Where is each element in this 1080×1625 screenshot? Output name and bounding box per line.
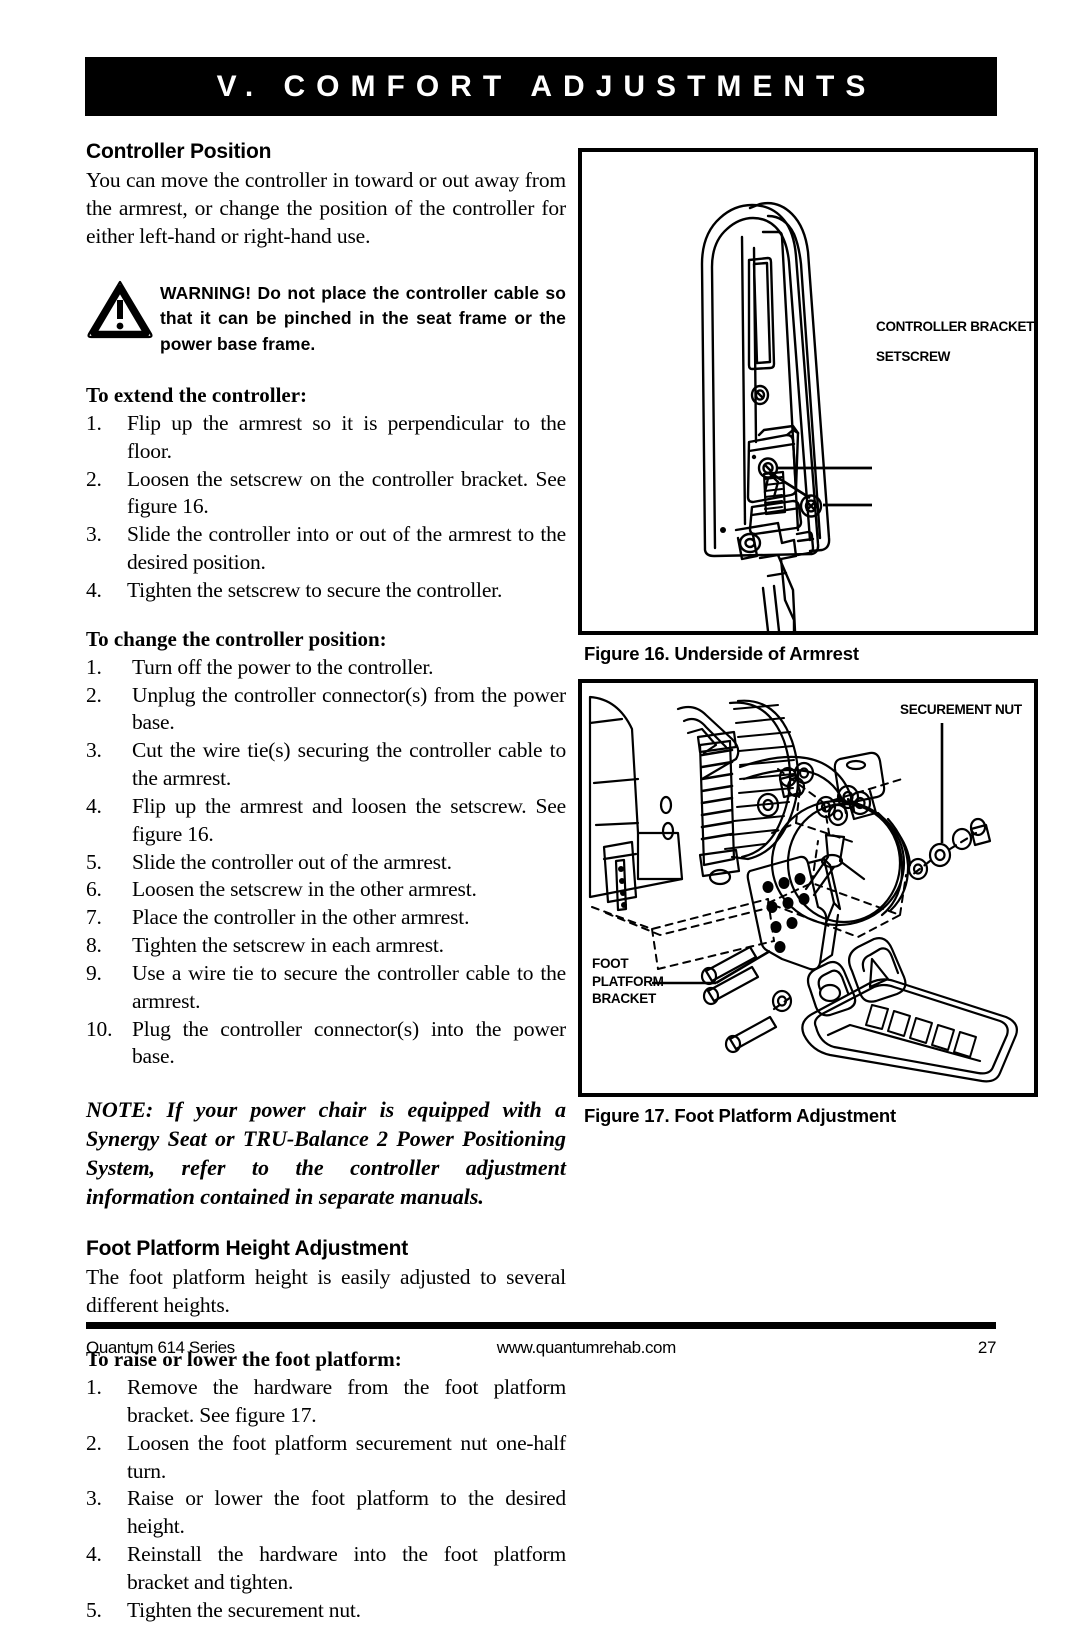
step-change-controller-position-item: 4. Flip up the armrest and loosen the set… <box>86 793 566 849</box>
right-figure-column: CONTROLLER BRACKET SETSCREW Figure 16. U… <box>578 148 1038 1127</box>
step-change-controller-position-item: 8. Tighten the setscrew in each armrest. <box>86 932 566 960</box>
step-number: 2. <box>86 466 102 491</box>
step-text: Slide the controller out of the armrest. <box>132 849 452 874</box>
step-change-controller-position-item: 10. Plug the controller connector(s) into… <box>86 1016 566 1072</box>
step-text: Remove the hardware from the foot platfo… <box>127 1375 566 1427</box>
step-number: 3. <box>86 1486 102 1511</box>
step-number: 2. <box>86 682 102 707</box>
steps-extend-controller: 1. Flip up the armrest so it is perpendic… <box>86 410 566 605</box>
step-text: Loosen the foot platform securement nut … <box>127 1430 566 1483</box>
step-raise-lower-foot-platform-item: 4. Reinstall the hardware into the foot p… <box>86 1541 566 1597</box>
left-text-column: Controller Position You can move the con… <box>86 140 566 1625</box>
figure-17-label-securement-nut: SECUREMENT NUT <box>900 702 1022 717</box>
step-text: Cut the wire tie(s) securing the control… <box>132 738 566 791</box>
chapter-title: V. COMFORT ADJUSTMENTS <box>216 69 877 103</box>
step-change-controller-position-item: 9. Use a wire tie to secure the controlle… <box>86 960 566 1016</box>
warning-triangle-icon <box>86 279 160 339</box>
figure-16-box: CONTROLLER BRACKET SETSCREW <box>578 148 1038 635</box>
step-number: 5. <box>86 1597 102 1622</box>
label-line-1: FOOT <box>592 956 629 971</box>
note-synergy-seat: NOTE: If your power chair is equipped wi… <box>86 1097 566 1210</box>
foot-platform-intro: The foot platform height is easily adjus… <box>86 1265 566 1318</box>
footer-page-number: 27 <box>977 1338 997 1357</box>
step-number: 1. <box>86 654 102 679</box>
section-heading-controller-position: Controller Position <box>86 140 272 163</box>
step-text: Slide the controller into or out of the … <box>127 522 566 575</box>
step-change-controller-position-item: 2. Unplug the controller connector(s) fro… <box>86 682 566 738</box>
figure-17-label-foot-platform-bracket: FOOT PLATFORM BRACKET <box>592 955 664 1008</box>
step-text: Tighten the setscrew in each armrest. <box>132 933 444 958</box>
step-extend-controller-item: 4. Tighten the setscrew to secure the con… <box>86 577 566 605</box>
step-change-controller-position-item: 1. Turn off the power to the controller. <box>86 654 566 682</box>
step-number: 9. <box>86 960 102 985</box>
step-text: Use a wire tie to secure the controller … <box>132 960 566 1013</box>
step-number: 4. <box>86 793 102 818</box>
step-text: Unplug the controller connector(s) from … <box>132 682 566 735</box>
figure-17-illustration <box>588 695 1018 1083</box>
figure-16-label-controller-bracket: CONTROLLER BRACKET <box>876 319 1035 334</box>
step-number: 4. <box>86 577 102 602</box>
warning-block: WARNING! Do not place the controller cab… <box>86 275 566 357</box>
procedure-heading-extend-controller: To extend the controller: <box>86 382 308 407</box>
step-text: Loosen the setscrew on the controller br… <box>127 466 566 519</box>
step-text: Loosen the setscrew in the other armrest… <box>132 877 477 902</box>
step-text: Tighten the securement nut. <box>127 1597 361 1622</box>
step-extend-controller-item: 3. Slide the controller into or out of th… <box>86 521 566 577</box>
step-number: 4. <box>86 1542 102 1567</box>
step-number: 5. <box>86 849 102 874</box>
chapter-banner: V. COMFORT ADJUSTMENTS <box>85 57 997 116</box>
step-raise-lower-foot-platform-item: 2. Loosen the foot platform securement nu… <box>86 1430 566 1486</box>
step-text: Plug the controller connector(s) into th… <box>132 1016 566 1069</box>
figure-16-illustration <box>700 201 872 631</box>
step-number: 3. <box>86 522 102 547</box>
step-change-controller-position-item: 3. Cut the wire tie(s) securing the contr… <box>86 737 566 793</box>
controller-position-intro: You can move the controller in toward or… <box>86 168 566 248</box>
step-change-controller-position-item: 7. Place the controller in the other armr… <box>86 904 566 932</box>
step-text: Flip up the armrest and loosen the setsc… <box>132 793 566 846</box>
page-footer: Quantum 614 Series www.quantumrehab.com … <box>86 1338 996 1358</box>
warning-text: WARNING! Do not place the controller cab… <box>160 282 566 354</box>
leader-foot-platform-bracket-angled <box>715 949 771 985</box>
figure-17-caption: Figure 17. Foot Platform Adjustment <box>584 1105 896 1126</box>
document-page: V. COMFORT ADJUSTMENTS Controller Positi… <box>0 0 1080 1622</box>
step-number: 1. <box>86 410 102 435</box>
procedure-heading-change-controller-position: To change the controller position: <box>86 626 387 651</box>
step-extend-controller-item: 2. Loosen the setscrew on the controller … <box>86 466 566 522</box>
steps-change-controller-position: 1. Turn off the power to the controller. 2… <box>86 654 566 1071</box>
step-text: Place the controller in the other armres… <box>132 905 470 930</box>
step-change-controller-position-item: 5. Slide the controller out of the armres… <box>86 849 566 877</box>
figure-16-label-setscrew: SETSCREW <box>876 349 951 364</box>
footer-website: www.quantumrehab.com <box>496 1338 676 1357</box>
step-extend-controller-item: 1. Flip up the armrest so it is perpendic… <box>86 410 566 466</box>
step-raise-lower-foot-platform-item: 1. Remove the hardware from the foot plat… <box>86 1374 566 1430</box>
step-number: 8. <box>86 933 102 958</box>
label-line-3: BRACKET <box>592 991 656 1007</box>
figure-17-box: SECUREMENT NUT FOOT PLATFORM BRACKET <box>578 679 1038 1097</box>
figure-16-caption: Figure 16. Underside of Armrest <box>584 643 859 664</box>
step-number: 3. <box>86 738 102 763</box>
step-change-controller-position-item: 6. Loosen the setscrew in the other armre… <box>86 876 566 904</box>
step-number: 7. <box>86 905 102 930</box>
step-number: 6. <box>86 877 102 902</box>
step-text: Turn off the power to the controller. <box>132 654 434 679</box>
step-text: Raise or lower the foot platform to the … <box>127 1486 566 1539</box>
step-number: 10. <box>86 1016 113 1041</box>
step-raise-lower-foot-platform-item: 5. Tighten the securement nut. <box>86 1597 566 1625</box>
label-line-2: PLATFORM <box>592 973 664 989</box>
step-text: Flip up the armrest so it is perpendicul… <box>127 410 566 463</box>
step-text: Tighten the setscrew to secure the contr… <box>127 577 503 602</box>
steps-raise-lower-foot-platform: 1. Remove the hardware from the foot plat… <box>86 1374 566 1624</box>
step-number: 1. <box>86 1375 102 1400</box>
step-raise-lower-foot-platform-item: 3. Raise or lower the foot platform to th… <box>86 1485 566 1541</box>
step-number: 2. <box>86 1430 102 1455</box>
section-heading-foot-platform: Foot Platform Height Adjustment <box>86 1237 409 1261</box>
step-text: Reinstall the hardware into the foot pla… <box>127 1542 566 1594</box>
footer-rule <box>86 1322 996 1329</box>
